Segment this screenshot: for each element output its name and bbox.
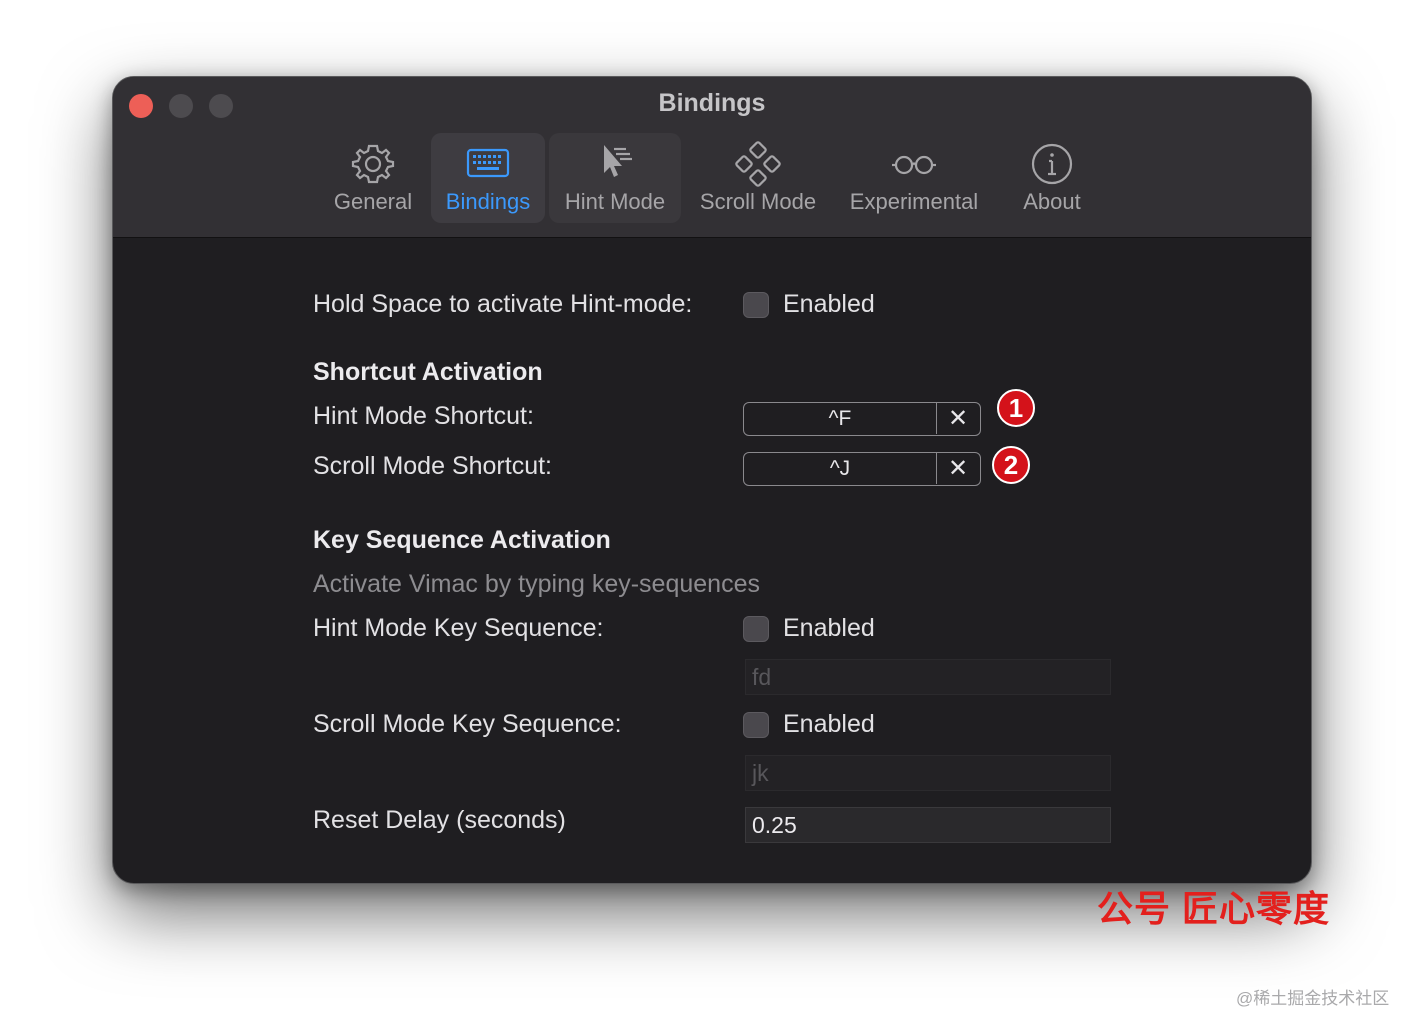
scroll-mode-shortcut-recorder[interactable]: ^J ✕ [743,452,981,486]
key-sequence-description: Activate Vimac by typing key-sequences [313,570,760,598]
scroll-mode-shortcut-clear-button[interactable]: ✕ [936,453,980,484]
annotation-badge-2: 2 [992,446,1030,484]
hold-space-checkbox[interactable] [743,292,769,318]
hint-mode-key-sequence-label: Hint Mode Key Sequence: [313,614,604,642]
scroll-mode-shortcut-value[interactable]: ^J [744,453,937,484]
tab-experimental-label: Experimental [849,189,979,214]
tab-hint-mode-label: Hint Mode [564,189,666,214]
key-sequence-heading: Key Sequence Activation [313,526,611,554]
tab-general[interactable]: General [319,133,427,223]
hint-mode-shortcut-clear-button[interactable]: ✕ [936,403,980,434]
bindings-pane: Hold Space to activate Hint-mode: Enable… [113,237,1311,883]
scroll-mode-key-sequence-checkbox[interactable] [743,712,769,738]
reset-delay-label: Reset Delay (seconds) [313,806,566,834]
annotation-badge-1: 1 [997,389,1035,427]
tab-scroll-mode[interactable]: Scroll Mode [689,133,827,223]
toolbar: Bindings General Bindings Hint Mode Scro… [113,77,1311,238]
watermark-credit: @稀土掘金技术社区 [1236,989,1390,1008]
tab-about[interactable]: About [1005,133,1099,223]
preferences-window: Bindings General Bindings Hint Mode Scro… [112,76,1312,884]
tab-about-label: About [1023,189,1081,214]
tab-general-label: General [333,189,413,214]
gear-icon [350,141,396,187]
tab-scroll-mode-label: Scroll Mode [699,189,817,214]
tab-bindings[interactable]: Bindings [431,133,545,223]
hint-mode-shortcut-recorder[interactable]: ^F ✕ [743,402,981,436]
reset-delay-field[interactable]: 0.25 [745,807,1111,843]
scroll-mode-shortcut-label: Scroll Mode Shortcut: [313,452,552,480]
glasses-icon [891,141,937,187]
hold-space-checkbox-label[interactable]: Enabled [783,290,875,319]
shortcut-activation-heading: Shortcut Activation [313,358,543,386]
window-title: Bindings [658,89,766,117]
hint-mode-shortcut-value[interactable]: ^F [744,403,937,434]
hint-mode-key-sequence-checkbox[interactable] [743,616,769,642]
info-icon [1029,141,1075,187]
cursor-icon [592,141,638,187]
tab-hint-mode[interactable]: Hint Mode [549,133,681,223]
watermark-text: 公号 匠心零度 [1097,888,1331,929]
hint-mode-key-sequence-checkbox-label[interactable]: Enabled [783,614,875,643]
scroll-mode-key-sequence-checkbox-label[interactable]: Enabled [783,710,875,739]
scroll-mode-icon [735,141,781,187]
keyboard-icon [465,141,511,187]
scroll-mode-key-sequence-field[interactable]: jk [745,755,1111,791]
tab-bindings-label: Bindings [445,189,531,214]
hold-space-label: Hold Space to activate Hint-mode: [313,290,693,318]
tab-experimental[interactable]: Experimental [837,133,991,223]
scroll-mode-key-sequence-label: Scroll Mode Key Sequence: [313,710,622,738]
hint-mode-key-sequence-field[interactable]: fd [745,659,1111,695]
hint-mode-shortcut-label: Hint Mode Shortcut: [313,402,534,430]
